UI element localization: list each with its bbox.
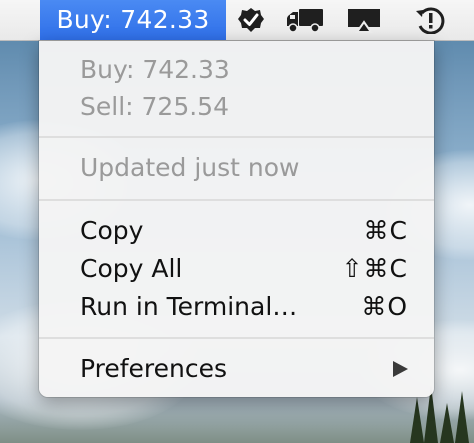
- buy-price-label: Buy: 742.33: [80, 55, 230, 84]
- menu-item-copy-all[interactable]: Copy All ⇧⌘C: [39, 250, 434, 288]
- delivery-truck-icon[interactable]: [285, 6, 325, 34]
- chevron-right-icon: [393, 361, 408, 377]
- menu-item-run-in-terminal[interactable]: Run in Terminal… ⌘O: [39, 288, 434, 326]
- menu-updated-status: Updated just now: [39, 149, 434, 187]
- checkmark-badge-icon[interactable]: [236, 6, 266, 34]
- menu-info-buy: Buy: 742.33: [39, 51, 434, 89]
- menu-item-label: Copy All: [80, 254, 183, 283]
- airplay-icon[interactable]: [346, 6, 382, 34]
- keyboard-shortcut: ⇧⌘C: [341, 254, 408, 283]
- keyboard-shortcut: ⌘O: [361, 292, 408, 321]
- menu-info-sell: Sell: 725.54: [39, 88, 434, 126]
- menu-item-label: Copy: [80, 216, 144, 245]
- menu-separator: [39, 337, 434, 339]
- menu-separator: [39, 199, 434, 201]
- menu-separator: [39, 136, 434, 138]
- menu-item-preferences[interactable]: Preferences: [39, 350, 434, 388]
- menu-bar: Buy: 742.33: [0, 0, 474, 41]
- updated-status-label: Updated just now: [80, 153, 300, 182]
- status-dropdown-menu: Buy: 742.33 Sell: 725.54 Updated just no…: [39, 41, 434, 397]
- keyboard-shortcut: ⌘C: [363, 216, 408, 245]
- sell-price-label: Sell: 725.54: [80, 92, 229, 121]
- menu-item-copy[interactable]: Copy ⌘C: [39, 212, 434, 250]
- status-item-buy-price[interactable]: Buy: 742.33: [40, 0, 226, 40]
- time-machine-alert-icon[interactable]: [413, 6, 447, 35]
- menu-item-label: Run in Terminal…: [80, 292, 298, 321]
- menu-item-label: Preferences: [80, 354, 228, 383]
